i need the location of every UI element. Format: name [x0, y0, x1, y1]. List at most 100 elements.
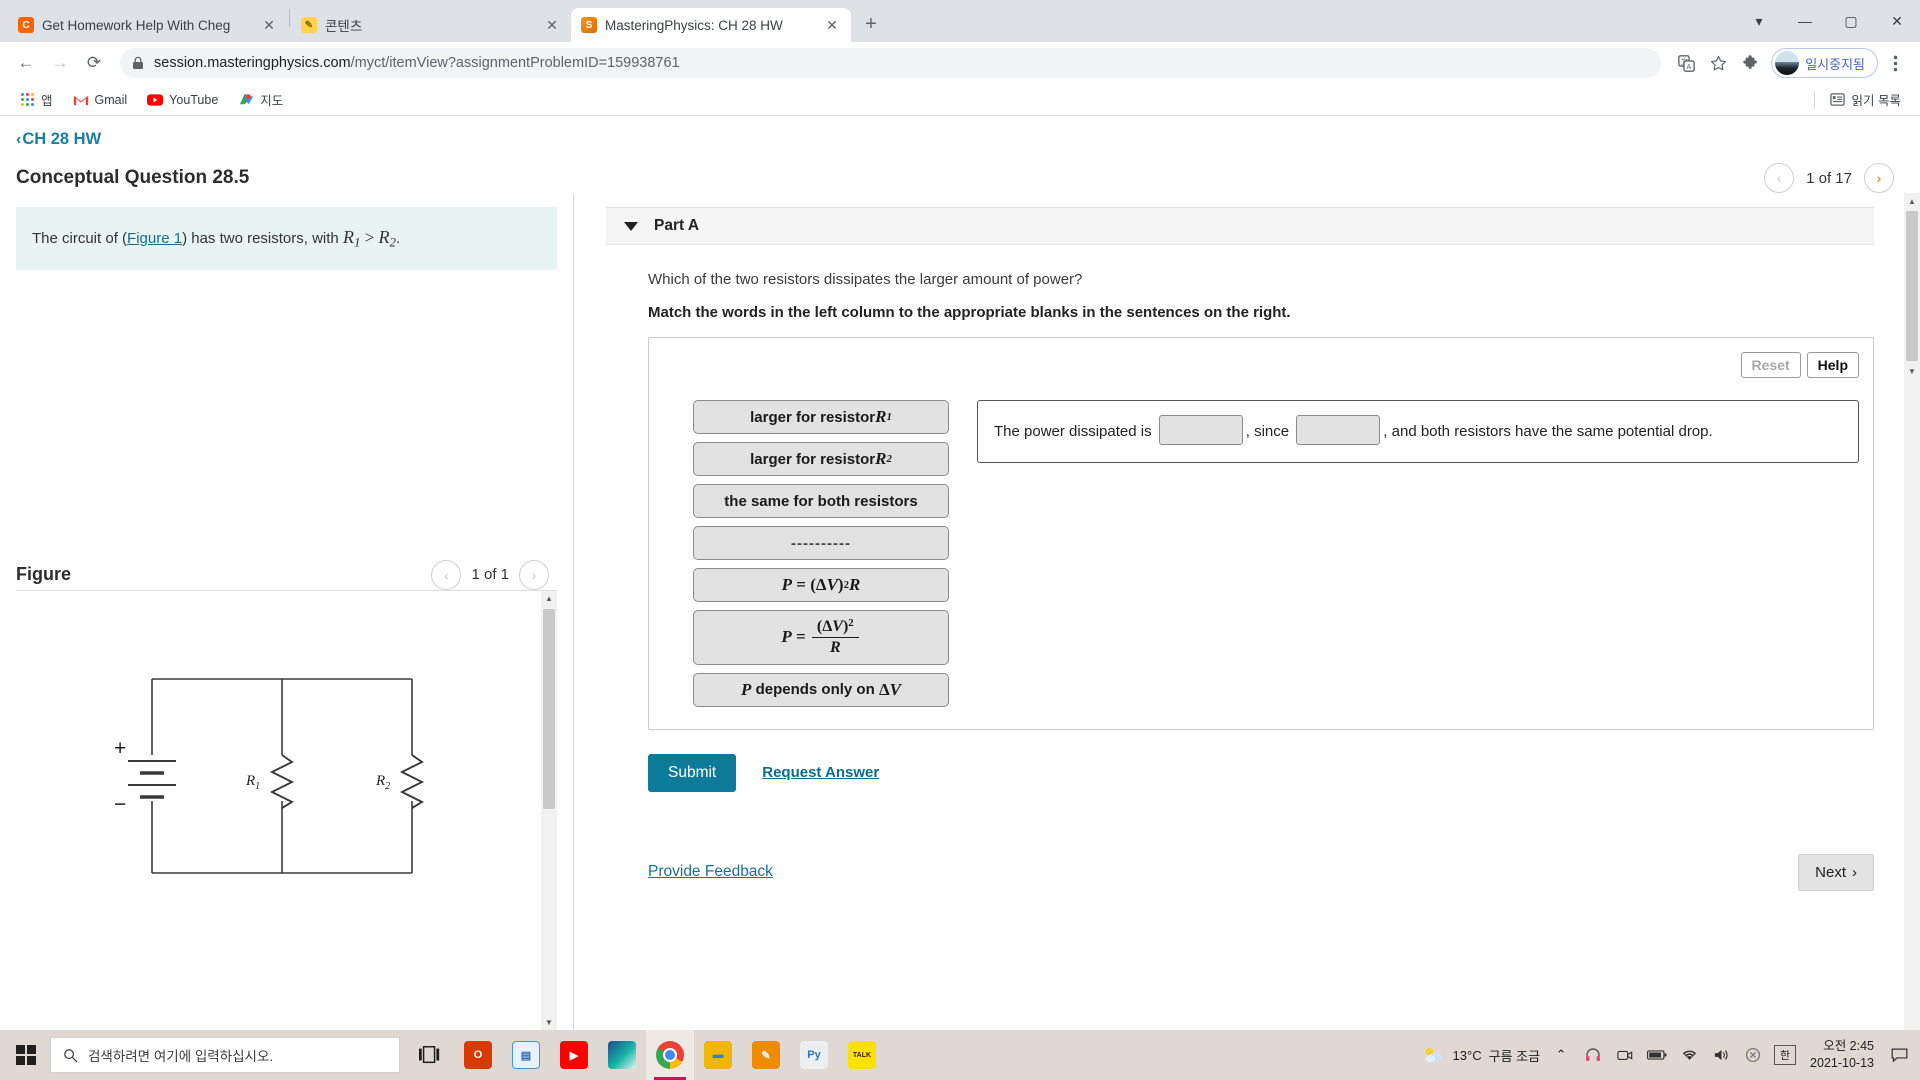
- bookmark-maps[interactable]: 지도: [231, 86, 290, 113]
- close-window-button[interactable]: ✕: [1874, 0, 1920, 42]
- tab-close-button[interactable]: ✕: [823, 16, 841, 34]
- part-instruction-text: Match the words in the left column to th…: [648, 304, 1291, 321]
- svg-text:A: A: [1686, 62, 1691, 71]
- bookmark-gmail[interactable]: Gmail: [66, 88, 135, 112]
- three-dot-menu-icon[interactable]: [1880, 48, 1910, 78]
- windows-start-icon[interactable]: [2, 1030, 50, 1080]
- taskbar-app-kakaotalk[interactable]: TALK: [838, 1030, 886, 1080]
- taskbar-app-chrome[interactable]: [646, 1030, 694, 1080]
- file-explorer-icon: ▬: [704, 1041, 732, 1069]
- extensions-puzzle-icon[interactable]: [1735, 48, 1765, 78]
- tile-dashes[interactable]: ----------: [693, 526, 949, 560]
- reset-help-row: Reset Help: [663, 352, 1859, 378]
- python-icon: Py: [800, 1041, 828, 1069]
- blank-slot-2[interactable]: [1296, 415, 1381, 445]
- forward-button[interactable]: →: [44, 47, 76, 79]
- bookmark-star-icon[interactable]: [1703, 48, 1733, 78]
- notification-icon[interactable]: [1888, 1044, 1910, 1066]
- next-problem-button[interactable]: ›: [1864, 163, 1894, 193]
- blank-slot-1[interactable]: [1158, 415, 1243, 445]
- scrollbar-thumb[interactable]: [1906, 211, 1918, 361]
- taskbar-app-presentation[interactable]: ▤: [502, 1030, 550, 1080]
- address-bar[interactable]: session.masteringphysics.com/myct/itemVi…: [120, 48, 1662, 78]
- taskbar-app-python[interactable]: Py: [790, 1030, 838, 1080]
- volume-icon[interactable]: [1710, 1044, 1732, 1066]
- page-scrollbar[interactable]: ▲ ▼: [1904, 193, 1920, 1030]
- back-button[interactable]: ←: [10, 47, 42, 79]
- reading-list-button[interactable]: 읽기 목록: [1823, 86, 1908, 113]
- tile-formula-p-equals-dv-squared-r[interactable]: P = (Δ V) 2 R: [693, 568, 949, 602]
- browser-tab-contents[interactable]: ✎ 콘텐츠 ✕: [291, 8, 571, 42]
- partly-cloudy-icon: [1425, 1047, 1442, 1063]
- task-view-icon[interactable]: [406, 1030, 454, 1080]
- tile-formula-p-equals-dv-squared-over-r[interactable]: P = (ΔV)2 R: [693, 610, 949, 665]
- submit-button[interactable]: Submit: [648, 753, 737, 792]
- system-tray: 13°C 구름 조금 ⌃ 한 오전 2:45 2021-10-13: [1422, 1038, 1918, 1072]
- bookmark-youtube[interactable]: YouTube: [140, 88, 225, 112]
- browser-tab-chegg[interactable]: C Get Homework Help With Cheg ✕: [8, 8, 288, 42]
- formula-v: V: [889, 679, 901, 699]
- minimize-button[interactable]: —: [1782, 0, 1828, 42]
- reload-button[interactable]: ⟳: [78, 47, 110, 79]
- tab-close-button[interactable]: ✕: [260, 16, 278, 34]
- weather-condition: 구름 조금: [1488, 1048, 1541, 1064]
- bookmark-apps[interactable]: 앱: [12, 86, 60, 113]
- taskbar-app-office[interactable]: O: [454, 1030, 502, 1080]
- help-button[interactable]: Help: [1806, 352, 1859, 378]
- provide-feedback-link[interactable]: Provide Feedback: [648, 863, 773, 881]
- new-tab-button[interactable]: +: [857, 10, 885, 38]
- profile-button[interactable]: 일시중지됨: [1771, 48, 1878, 78]
- prev-problem-button[interactable]: ‹: [1764, 163, 1795, 193]
- tile-larger-for-resistor-r1[interactable]: larger for resistor R1: [693, 400, 949, 434]
- taskbar-clock[interactable]: 오전 2:45 2021-10-13: [1806, 1038, 1878, 1072]
- maximize-button[interactable]: ▢: [1828, 0, 1874, 42]
- camera-icon[interactable]: [1614, 1044, 1636, 1066]
- formula-p: P: [781, 627, 792, 647]
- reset-button[interactable]: Reset: [1740, 352, 1801, 378]
- figure-next-button[interactable]: ›: [519, 559, 549, 590]
- chrome-extra-button[interactable]: ▾: [1736, 0, 1782, 42]
- r1-symbol: R: [342, 227, 354, 247]
- tile-p-depends-only-on-delta-v[interactable]: P depends only on ΔV: [693, 672, 949, 707]
- translate-icon[interactable]: 文 A: [1671, 48, 1701, 78]
- scroll-up-arrow[interactable]: ▲: [1904, 193, 1920, 209]
- figure-scrollbar[interactable]: ▲ ▼: [541, 590, 557, 1030]
- scroll-down-arrow[interactable]: ▼: [541, 1014, 557, 1030]
- statement-end: .: [396, 230, 401, 247]
- next-button[interactable]: Next ›: [1798, 853, 1874, 891]
- taskbar-app-file-explorer[interactable]: ▬: [694, 1030, 742, 1080]
- scroll-down-arrow[interactable]: ▼: [1904, 363, 1920, 379]
- figure-pager: ‹ 1 of 1 ›: [431, 559, 557, 590]
- tile-same-for-both-resistors[interactable]: the same for both resistors: [693, 484, 949, 518]
- ime-indicator[interactable]: 한: [1774, 1045, 1797, 1065]
- show-hidden-icons-chevron[interactable]: ⌃: [1550, 1044, 1572, 1066]
- windows-taskbar: 검색하려면 여기에 입력하십시오. O ▤ ▶ ▬ ✎ Py TALK 13°C…: [0, 1030, 1920, 1080]
- breadcrumb[interactable]: ‹ CH 28 HW: [16, 130, 1904, 149]
- sentence-part-3: , and both resistors have the same poten…: [1383, 423, 1713, 440]
- weather-widget[interactable]: 13°C 구름 조금: [1422, 1045, 1541, 1065]
- taskbar-app-youtube[interactable]: ▶: [550, 1030, 598, 1080]
- onedrive-paused-icon[interactable]: [1742, 1044, 1764, 1066]
- wifi-icon[interactable]: [1678, 1044, 1700, 1066]
- part-a-header[interactable]: Part A: [606, 207, 1874, 245]
- resistor-1-label: R1: [245, 773, 260, 792]
- tile-larger-for-resistor-r2[interactable]: larger for resistor R2: [693, 442, 949, 476]
- taskbar-search-input[interactable]: 검색하려면 여기에 입력하십시오.: [50, 1037, 400, 1073]
- circuit-diagram: + − R1 R2: [114, 678, 424, 874]
- url-text: session.masteringphysics.com/myct/itemVi…: [154, 55, 680, 71]
- battery-minus-label: −: [114, 793, 126, 816]
- figure-prev-button[interactable]: ‹: [431, 559, 462, 590]
- tab-title: 콘텐츠: [325, 19, 363, 34]
- statement-mid: ) has two resistors, with: [182, 230, 343, 247]
- taskbar-app-editor[interactable]: ✎: [742, 1030, 790, 1080]
- battery-icon[interactable]: [1646, 1044, 1668, 1066]
- request-answer-link[interactable]: Request Answer: [762, 764, 879, 781]
- taskbar-app-whale[interactable]: [598, 1030, 646, 1080]
- scrollbar-thumb[interactable]: [543, 608, 555, 809]
- figure-1-link[interactable]: Figure 1: [127, 230, 182, 247]
- browser-tab-masteringphysics[interactable]: S MasteringPhysics: CH 28 HW ✕: [571, 8, 851, 42]
- caret-down-icon[interactable]: [624, 221, 638, 231]
- headset-icon[interactable]: [1582, 1044, 1604, 1066]
- tab-close-button[interactable]: ✕: [543, 16, 561, 34]
- scroll-up-arrow[interactable]: ▲: [541, 590, 557, 607]
